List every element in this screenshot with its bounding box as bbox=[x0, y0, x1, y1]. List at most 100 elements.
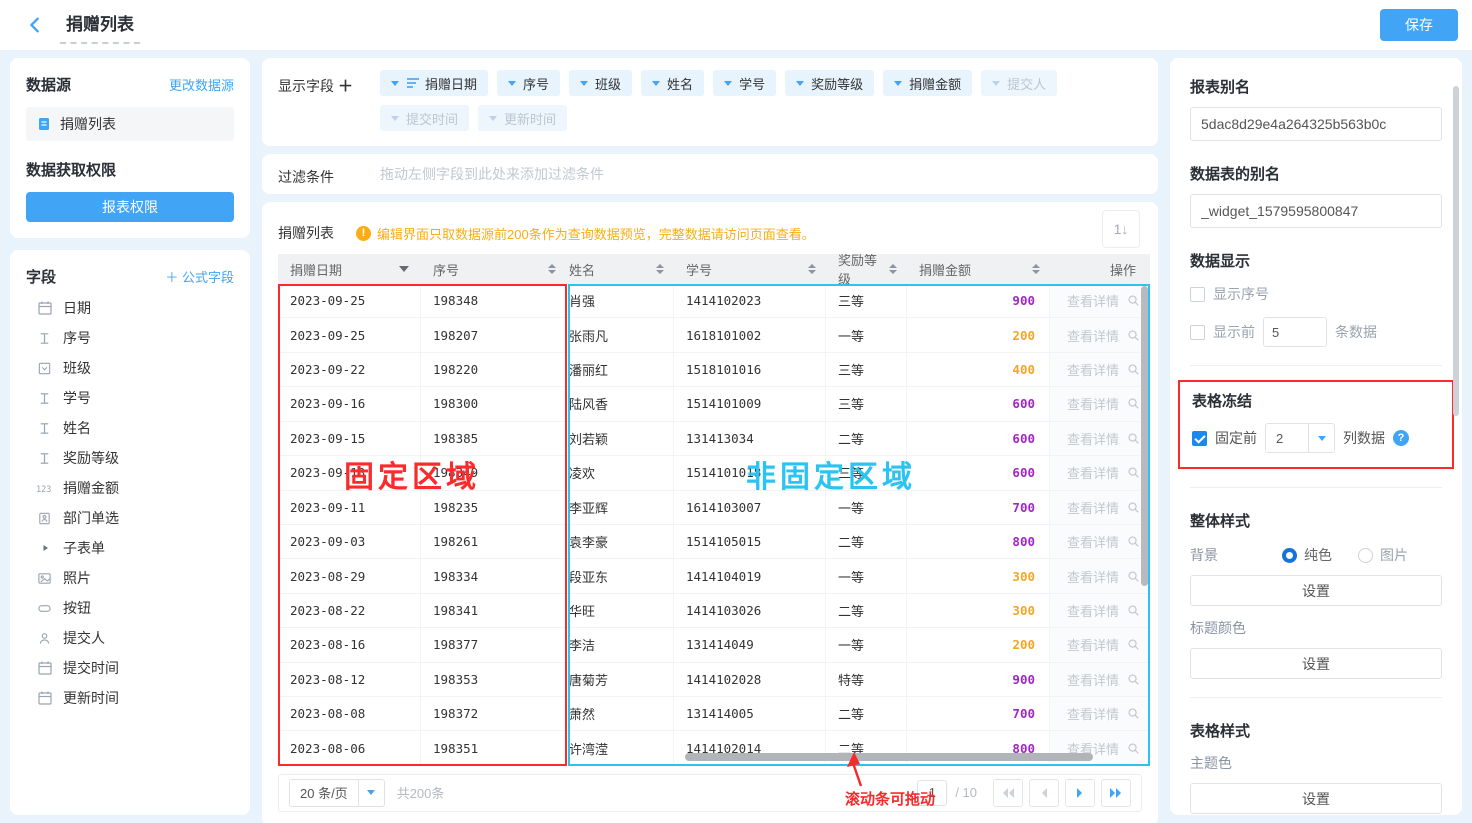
next-page-button[interactable] bbox=[1065, 779, 1095, 807]
chip-donation-date[interactable]: 捐赠日期 bbox=[380, 70, 488, 96]
col-header-amount[interactable]: 捐赠金额 bbox=[907, 254, 1050, 284]
magnifier-icon bbox=[1127, 397, 1140, 410]
field-item-photo[interactable]: 照片 bbox=[26, 563, 234, 593]
help-icon[interactable] bbox=[1393, 430, 1409, 446]
chip-class[interactable]: 班级 bbox=[569, 70, 632, 96]
magnifier-icon bbox=[1127, 329, 1140, 342]
sort-icon bbox=[548, 264, 556, 274]
table-alias-input[interactable] bbox=[1190, 194, 1442, 228]
table-row: 2023-08-16198377李洁131414049一等200查看详情 bbox=[278, 628, 1150, 662]
chip-name[interactable]: 姓名 bbox=[641, 70, 704, 96]
col-header-student-id[interactable]: 学号 bbox=[674, 254, 826, 284]
chip-submitter[interactable]: 提交人 bbox=[981, 70, 1057, 96]
magnifier-icon bbox=[1127, 535, 1140, 548]
magnifier-icon bbox=[1127, 294, 1140, 307]
freeze-checkbox[interactable] bbox=[1192, 431, 1207, 446]
field-item-class[interactable]: 班级 bbox=[26, 353, 234, 383]
view-detail-button[interactable]: 查看详情 bbox=[1050, 663, 1150, 696]
view-detail-button[interactable]: 查看详情 bbox=[1050, 491, 1150, 524]
view-detail-button[interactable]: 查看详情 bbox=[1050, 284, 1150, 317]
field-item-serial[interactable]: 序号 bbox=[26, 323, 234, 353]
field-item-donation-amount[interactable]: 123捐赠金额 bbox=[26, 473, 234, 503]
show-first-checkbox[interactable] bbox=[1190, 325, 1205, 340]
col-header-name[interactable]: 姓名 bbox=[566, 254, 674, 284]
first-page-button[interactable] bbox=[993, 779, 1023, 807]
field-item-update-time[interactable]: 更新时间 bbox=[26, 683, 234, 713]
view-detail-button[interactable]: 查看详情 bbox=[1050, 422, 1150, 455]
image-radio[interactable] bbox=[1358, 548, 1373, 563]
view-detail-button[interactable]: 查看详情 bbox=[1050, 387, 1150, 420]
table-row: 2023-08-22198341华旺1414103026二等300查看详情 bbox=[278, 594, 1150, 628]
view-detail-button[interactable]: 查看详情 bbox=[1050, 559, 1150, 592]
chevron-down-icon bbox=[508, 81, 516, 86]
field-item-name[interactable]: 姓名 bbox=[26, 413, 234, 443]
fields-title: 字段 bbox=[26, 266, 56, 287]
report-alias-input[interactable] bbox=[1190, 107, 1442, 141]
sort-icon bbox=[808, 264, 816, 274]
field-item-department[interactable]: 部门单选 bbox=[26, 503, 234, 533]
table-row: 2023-09-15198385刘若颖131413034二等600查看详情 bbox=[278, 422, 1150, 456]
field-item-award-grade[interactable]: 奖励等级 bbox=[26, 443, 234, 473]
chip-student-id[interactable]: 学号 bbox=[713, 70, 776, 96]
chip-update-time[interactable]: 更新时间 bbox=[478, 105, 567, 131]
freeze-suffix: 列数据 bbox=[1343, 428, 1385, 448]
field-item-date[interactable]: 日期 bbox=[26, 293, 234, 323]
text-icon bbox=[36, 391, 53, 406]
view-detail-button[interactable]: 查看详情 bbox=[1050, 456, 1150, 489]
view-detail-button[interactable]: 查看详情 bbox=[1050, 353, 1150, 386]
solid-color-radio[interactable] bbox=[1282, 548, 1297, 563]
field-item-submitter[interactable]: 提交人 bbox=[26, 623, 234, 653]
theme-color-label: 主题色 bbox=[1190, 753, 1442, 773]
field-item-subform[interactable]: 子表单 bbox=[26, 533, 234, 563]
sort-lines-icon bbox=[406, 77, 420, 89]
background-label: 背景 bbox=[1190, 545, 1282, 565]
report-permission-button[interactable]: 报表权限 bbox=[26, 192, 234, 222]
field-item-button[interactable]: 按钮 bbox=[26, 593, 234, 623]
magnifier-icon bbox=[1127, 707, 1140, 720]
col-header-grade[interactable]: 奖励等级 bbox=[826, 254, 907, 284]
view-detail-button[interactable]: 查看详情 bbox=[1050, 594, 1150, 627]
add-field-icon[interactable]: ＋ bbox=[338, 78, 353, 95]
solid-color-label: 纯色 bbox=[1304, 545, 1332, 565]
magnifier-icon bbox=[1127, 638, 1140, 651]
table-row: 2023-08-08198372萧然131414005二等700查看详情 bbox=[278, 697, 1150, 731]
back-icon[interactable] bbox=[22, 12, 48, 38]
filter-dropzone[interactable]: 拖动左侧字段到此处来添加过滤条件 bbox=[380, 164, 604, 184]
vertical-scrollbar[interactable] bbox=[1141, 286, 1148, 586]
table-body: 2023-09-25198348肖强1414102023三等900查看详情 20… bbox=[278, 284, 1150, 766]
pagination-bar: 20 条/页 共200条 / 10 bbox=[278, 774, 1142, 812]
save-button[interactable]: 保存 bbox=[1380, 9, 1458, 41]
last-page-button[interactable] bbox=[1101, 779, 1131, 807]
chevron-down-icon bbox=[992, 81, 1000, 86]
table-row: 2023-09-13198349凌欢1514101018三等600查看详情 bbox=[278, 456, 1150, 490]
table-row: 2023-09-16198300陆风香1514101009三等600查看详情 bbox=[278, 387, 1150, 421]
sort-tool-button[interactable]: 1↓ bbox=[1102, 210, 1140, 248]
page-size-select[interactable]: 20 条/页 bbox=[289, 779, 385, 807]
chip-award-grade[interactable]: 奖励等级 bbox=[785, 70, 874, 96]
freeze-count-select[interactable]: 2 bbox=[1265, 423, 1335, 453]
show-first-count-input[interactable] bbox=[1263, 317, 1327, 347]
change-datasource-link[interactable]: 更改数据源 bbox=[169, 75, 234, 94]
theme-color-set-button[interactable]: 设置 bbox=[1190, 783, 1442, 814]
view-detail-button[interactable]: 查看详情 bbox=[1050, 697, 1150, 730]
horizontal-scrollbar[interactable] bbox=[685, 753, 1093, 761]
prev-page-button[interactable] bbox=[1029, 779, 1059, 807]
formula-field-link[interactable]: ＋ 公式字段 bbox=[165, 267, 234, 286]
chip-serial[interactable]: 序号 bbox=[497, 70, 560, 96]
magnifier-icon bbox=[1127, 673, 1140, 686]
panel-scrollbar[interactable] bbox=[1453, 86, 1459, 416]
col-header-serial[interactable]: 序号 bbox=[421, 254, 566, 284]
field-item-student-id[interactable]: 学号 bbox=[26, 383, 234, 413]
background-set-button[interactable]: 设置 bbox=[1190, 575, 1442, 606]
show-serial-checkbox[interactable] bbox=[1190, 287, 1205, 302]
field-item-submit-time[interactable]: 提交时间 bbox=[26, 653, 234, 683]
view-detail-button[interactable]: 查看详情 bbox=[1050, 318, 1150, 351]
chip-submit-time[interactable]: 提交时间 bbox=[380, 105, 469, 131]
magnifier-icon bbox=[1127, 604, 1140, 617]
view-detail-button[interactable]: 查看详情 bbox=[1050, 628, 1150, 661]
datasource-item[interactable]: 捐赠列表 bbox=[26, 107, 234, 141]
title-color-set-button[interactable]: 设置 bbox=[1190, 648, 1442, 679]
view-detail-button[interactable]: 查看详情 bbox=[1050, 525, 1150, 558]
chip-donation-amount[interactable]: 捐赠金额 bbox=[883, 70, 972, 96]
col-header-date[interactable]: 捐赠日期 bbox=[278, 254, 421, 284]
